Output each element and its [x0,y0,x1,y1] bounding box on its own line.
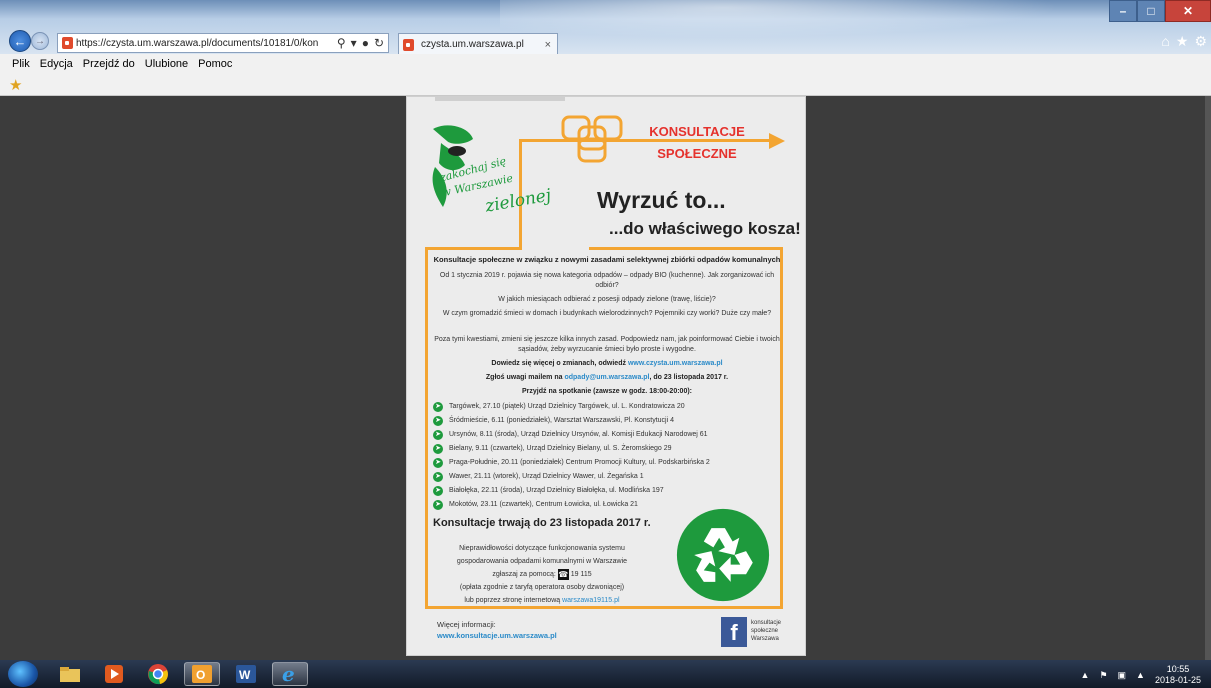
list-item: ➤ Praga-Południe, 20.11 (poniedziałek) Ce… [433,457,753,471]
favorites-bar: ★ [0,74,1211,96]
taskbar: O W e ▲ ⚑ ▣ ▲ 10:55 2018-01-25 [0,660,1211,688]
settings-gear-icon[interactable]: ⚙ [1194,33,1207,50]
arrow-bullet-icon: ➤ [433,472,443,482]
arrow-bullet-icon: ➤ [433,500,443,510]
file-explorer-icon[interactable] [52,662,88,686]
menu-bar: Plik Edycja Przejdź do Ulubione Pomoc [0,54,1211,74]
maximize-button[interactable]: □ [1137,0,1165,22]
system-tray: ▲ ⚑ ▣ ▲ 10:55 2018-01-25 [1081,664,1201,686]
menu-file[interactable]: Plik [12,58,30,70]
refresh-icon[interactable]: ↻ [374,36,384,50]
back-button[interactable]: ← [9,30,31,52]
lock-status-icon[interactable]: ● [362,36,369,50]
arrow-bullet-icon: ➤ [433,458,443,468]
facebook-icon[interactable]: f [721,617,747,647]
network-icon[interactable]: ▣ [1118,670,1127,681]
tab-favicon-icon [403,38,414,51]
svg-text:e: e [282,663,295,685]
frame-line-step-horizontal [425,247,522,250]
internet-explorer-icon[interactable]: e [272,662,308,686]
frame-line-left [425,247,428,609]
volume-icon[interactable]: ▲ [1136,670,1145,680]
list-item: ➤ Śródmieście, 6.11 (poniedziałek), Warsz… [433,415,753,429]
browser-tab[interactable]: czysta.um.warszawa.pl × [398,33,558,55]
knot-ornament-icon [561,115,623,163]
start-button[interactable] [8,661,38,687]
paragraph-3: W czym gromadzić śmieci w domach i budyn… [442,310,772,317]
paragraph-1: Od 1 stycznia 2019 r. pojawia się nowa k… [439,272,775,289]
arrow-bullet-icon: ➤ [433,430,443,440]
titlebar-glow [500,0,1060,38]
window-controls: – □ ✕ [1109,0,1211,22]
menu-help[interactable]: Pomoc [198,58,232,70]
czysta-link[interactable]: www.czysta.um.warszawa.pl [628,360,723,367]
browser-titlebar: ← → https://czysta.um.warszawa.pl/docume… [0,0,1211,55]
dropdown-icon[interactable]: ▾ [351,36,357,50]
more-info-line: Dowiedz się więcej o zmianach, odwiedź w… [491,360,723,367]
clock[interactable]: 10:55 2018-01-25 [1155,664,1201,686]
phone-icon: ☎ [557,568,569,580]
list-item: ➤ Ursynów, 8.11 (środa), Urząd Dzielnicy … [433,429,753,443]
footer-info: Więcej informacji: www.konsultacje.um.wa… [437,620,557,641]
word-icon[interactable]: W [228,662,264,686]
mail-link[interactable]: odpady@um.warszawa.pl [564,374,649,381]
close-window-button[interactable]: ✕ [1165,0,1211,22]
recycle-icon [676,508,770,602]
url-text[interactable]: https://czysta.um.warszawa.pl/documents/… [76,38,318,49]
frame-line-mid [589,247,783,250]
show-hidden-icons-icon[interactable]: ▲ [1081,670,1090,680]
document-viewer: zakochaj się w Warszawie zielonej KONSUL… [0,96,1211,660]
menu-favorites[interactable]: Ulubione [145,58,188,70]
menu-edit[interactable]: Edycja [40,58,73,70]
paragraph-4: Poza tymi kwestiami, zmieni się jeszcze … [434,336,780,353]
meetings-list: ➤ Targówek, 27.10 (piątek) Urząd Dzielnic… [433,401,753,513]
home-icon[interactable]: ⌂ [1161,33,1169,50]
intro-text: Konsultacje społeczne w związku z nowymi… [433,255,781,264]
arrow-bullet-icon: ➤ [433,416,443,426]
favorites-star-icon[interactable]: ★ [1176,33,1189,50]
list-item: ➤ Targówek, 27.10 (piątek) Urząd Dzielnic… [433,401,753,415]
meeting-header: Przyjdź na spotkanie (zawsze w godz. 18:… [522,388,692,395]
flag-icon[interactable]: ⚑ [1099,670,1107,681]
menu-goto[interactable]: Przejdź do [83,58,135,70]
vertical-scrollbar[interactable] [1205,96,1211,660]
consult-end-text: Konsultacje trwają do 23 listopada 2017 … [433,517,651,529]
tab-title: czysta.um.warszawa.pl [421,39,524,50]
list-item: ➤ Bielany, 9.11 (czwartek), Urząd Dzielni… [433,443,753,457]
outlook-icon[interactable]: O [184,662,220,686]
poster-headline: Wyrzuć to... [597,187,726,213]
arrow-bullet-icon: ➤ [433,444,443,454]
poster-subhead: ...do właściwego kosza! [609,219,801,238]
arrow-icon [769,133,785,149]
search-icon[interactable]: ⚲ [337,36,346,50]
svg-text:W: W [239,668,251,682]
arrow-bullet-icon: ➤ [433,402,443,412]
add-favorite-icon[interactable]: ★ [9,76,25,94]
poster: zakochaj się w Warszawie zielonej KONSUL… [406,96,806,656]
warszawa19115-link[interactable]: warszawa19115.pl [562,597,619,604]
list-item: ➤ Białołęka, 22.11 (środa), Urząd Dzielni… [433,485,753,499]
contact-block: Nieprawidłowości dotyczące funkcjonowani… [456,545,628,604]
minimize-button[interactable]: – [1109,0,1137,22]
facebook-text: konsultacje społeczne Warszawa [751,620,782,642]
chrome-icon[interactable] [140,662,176,686]
svg-text:O: O [196,668,205,682]
forward-button[interactable]: → [31,32,49,50]
address-bar[interactable]: https://czysta.um.warszawa.pl/documents/… [57,33,389,53]
tab-close-button[interactable]: × [545,39,551,51]
lock-icon [62,37,73,49]
konsultacje-link[interactable]: www.konsultacje.um.warszawa.pl [437,630,557,641]
konsultacje-title: KONSULTACJE SPOŁECZNE [649,124,745,161]
paragraph-2: W jakich miesiącach odbierać z posesji o… [498,296,716,303]
arrow-bullet-icon: ➤ [433,486,443,496]
mail-line: Zgłoś uwagi mailem na odpady@um.warszawa… [485,374,729,381]
list-item: ➤ Wawer, 21.11 (wtorek), Urząd Dzielnicy … [433,471,753,485]
media-player-icon[interactable] [96,662,132,686]
